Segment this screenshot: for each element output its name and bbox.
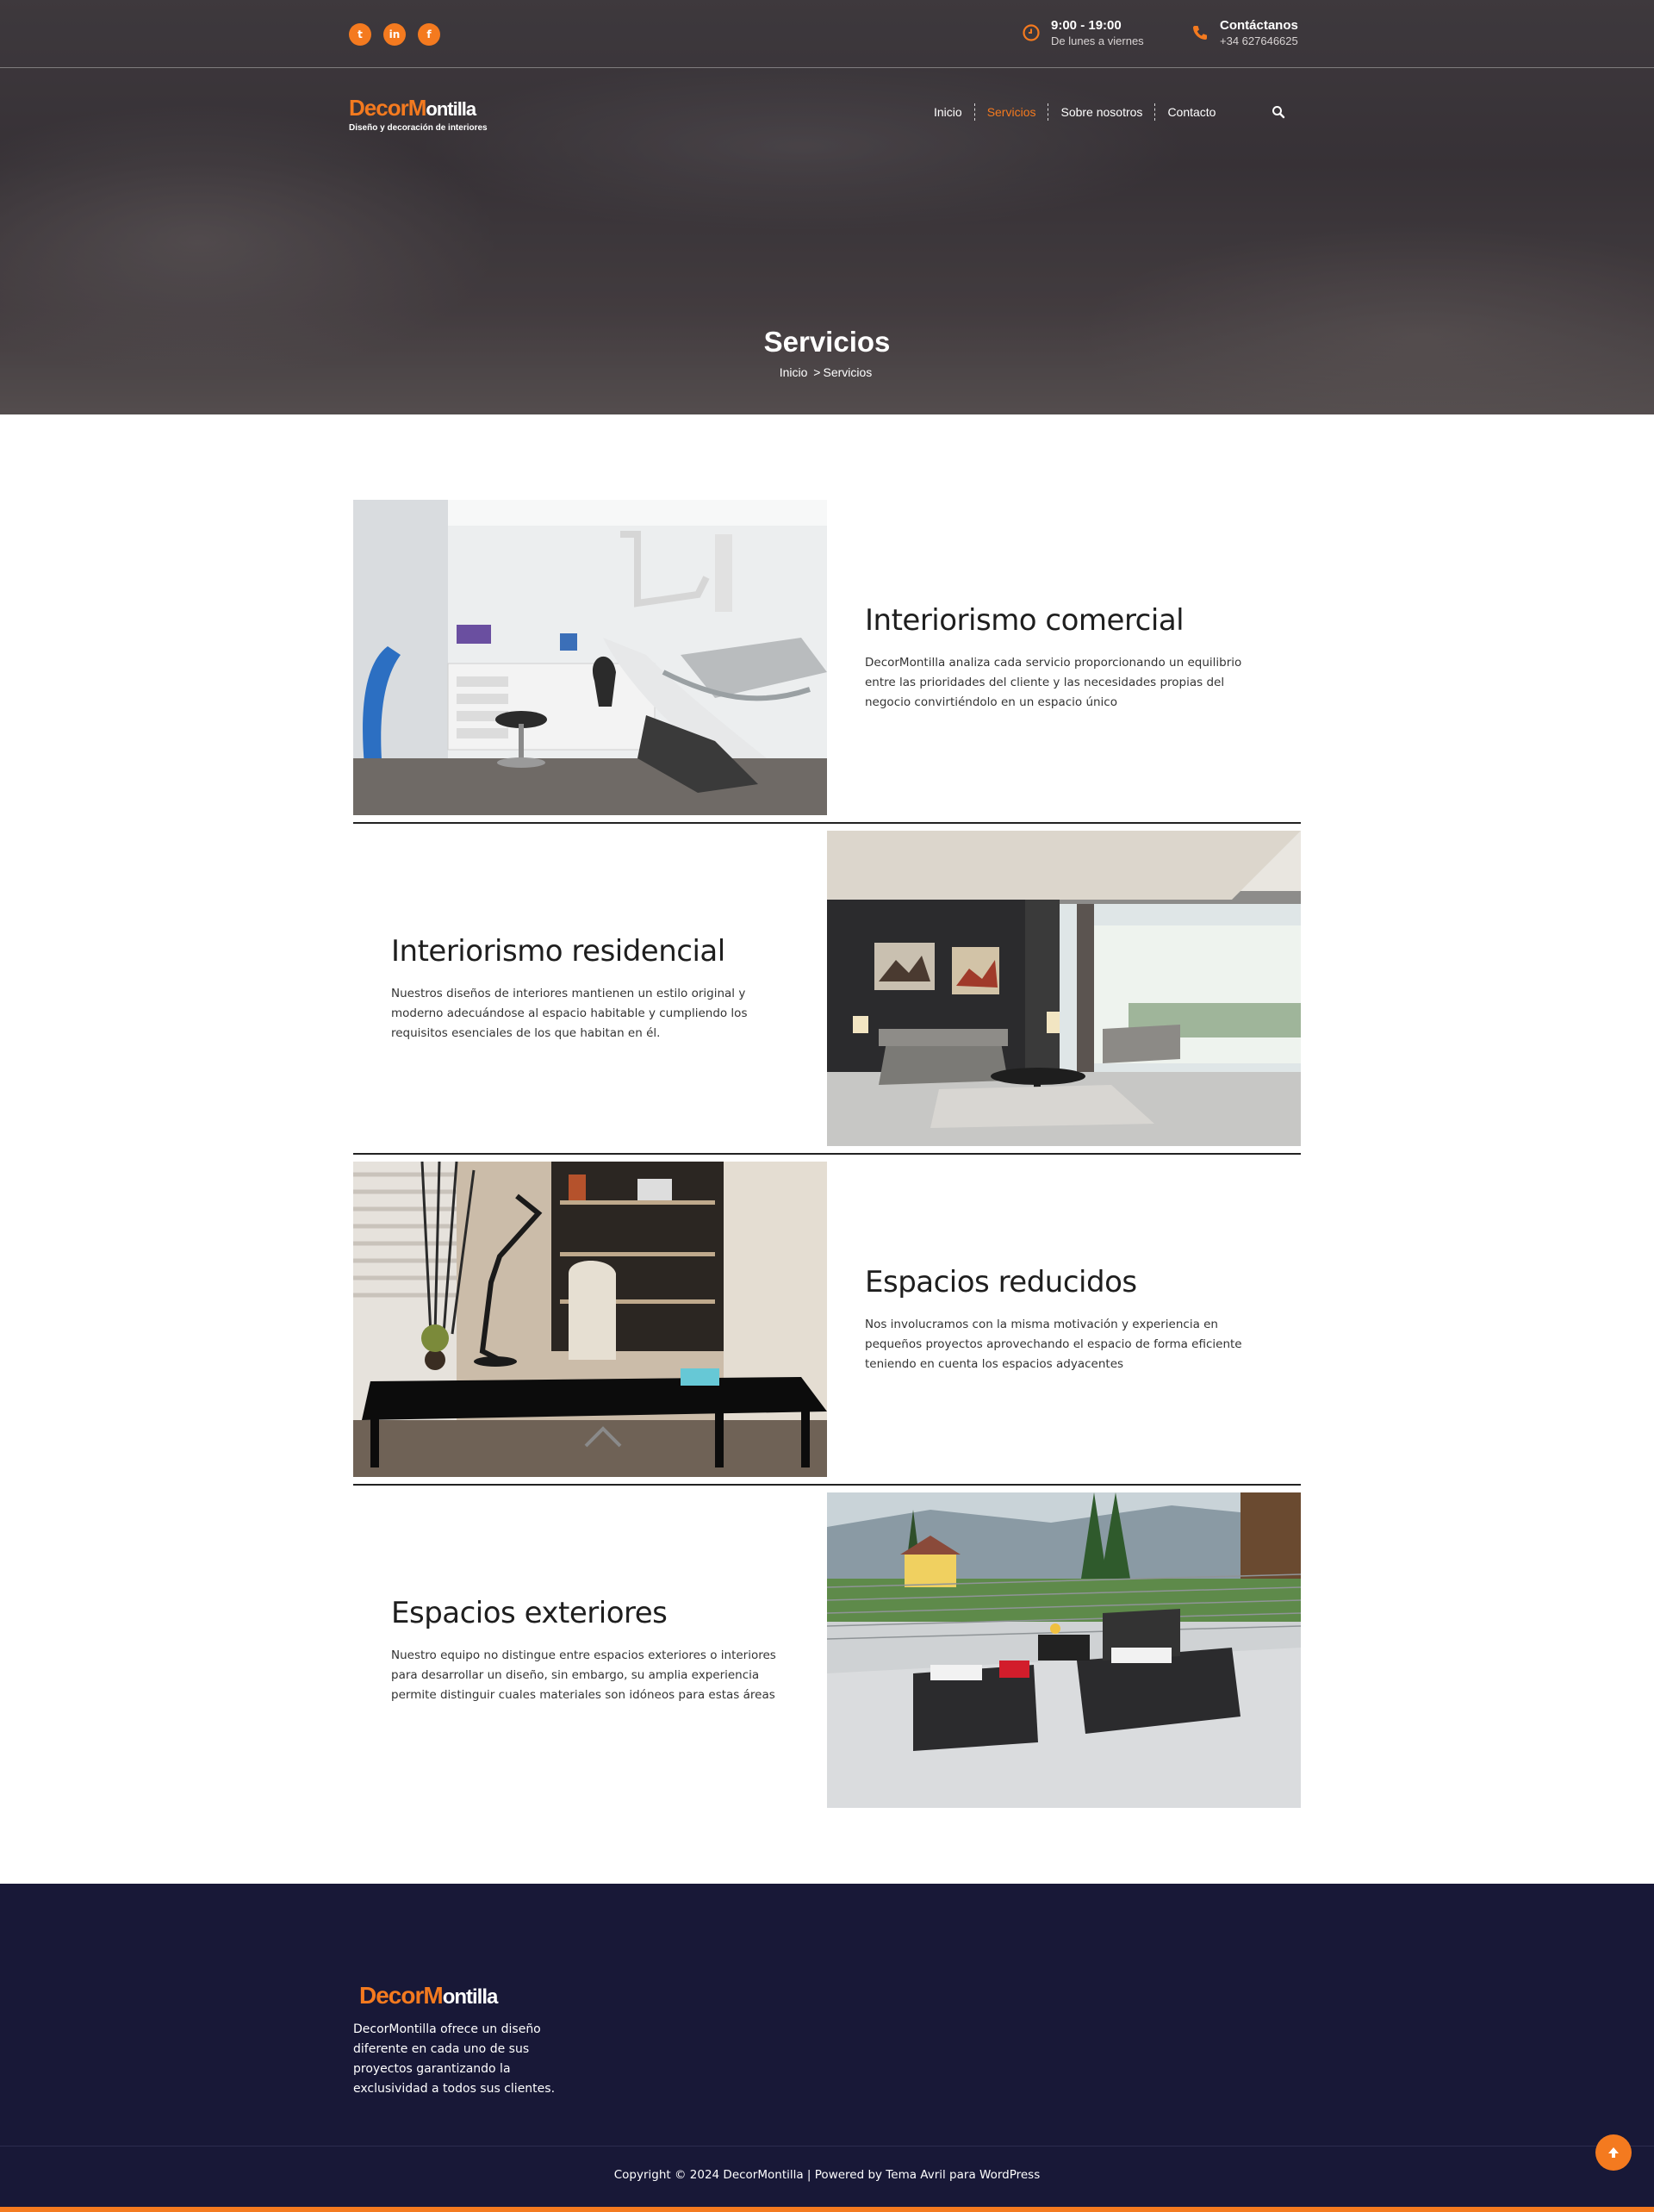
footer-logo-text-m: M (423, 1982, 443, 2009)
nav-item-servicios[interactable]: Servicios (975, 103, 1048, 121)
facebook-icon[interactable]: f (418, 23, 440, 46)
nav-item-inicio[interactable]: Inicio (922, 103, 974, 121)
footer-logo-text-ontilla: ontilla (442, 1985, 499, 2009)
service-description: DecorMontilla analiza cada servicio prop… (865, 655, 1242, 709)
service-text: Espacios reducidos Nos involucramos con … (827, 1162, 1301, 1477)
main-nav: Inicio Servicios Sobre nosotros Contacto (922, 103, 1285, 121)
site-footer: DecorMontilla DecorMontilla ofrece un di… (0, 1884, 1654, 2212)
service-text: Espacios exteriores Nuestro equipo no di… (353, 1492, 827, 1808)
hours-title: 9:00 - 19:00 (1051, 18, 1122, 33)
hours-subtitle: De lunes a viernes (1051, 34, 1144, 47)
section-divider (353, 822, 1301, 824)
footer-logo[interactable]: DecorMontilla (359, 1982, 499, 2009)
logo-text-m: M (407, 95, 427, 121)
service-text: Interiorismo residencial Nuestros diseño… (353, 831, 827, 1146)
nav-item-contacto[interactable]: Contacto (1155, 103, 1228, 121)
logo-text-decor: Decor (349, 95, 409, 121)
service-title: Espacios reducidos (865, 1264, 1137, 1299)
service-image-dental-clinic (353, 500, 827, 815)
social-links: t in f (349, 23, 440, 46)
section-divider (353, 1484, 1301, 1486)
search-icon[interactable] (1272, 105, 1285, 119)
back-to-top-button[interactable] (1595, 2134, 1632, 2171)
service-title: Interiorismo comercial (865, 602, 1185, 638)
contact-title: Contáctanos (1220, 18, 1298, 33)
footer-divider (0, 2146, 1654, 2147)
opening-hours: 9:00 - 19:00 De lunes a viernes (1022, 18, 1144, 49)
phone-icon (1193, 26, 1207, 40)
service-image-terrace (827, 1492, 1301, 1808)
services-list: Interiorismo comercial DecorMontilla ana… (353, 500, 1301, 1810)
service-image-home-office (353, 1162, 827, 1477)
logo-tagline: Diseño y decoración de interiores (349, 123, 488, 133)
page-header: t in f 9:00 - 19:00 De lunes a viernes C… (0, 0, 1654, 414)
service-image-living-room (827, 831, 1301, 1146)
breadcrumb-current: Servicios (823, 365, 873, 379)
service-description: Nos involucramos con la misma motivación… (865, 1317, 1242, 1371)
service-item: Espacios exteriores Nuestro equipo no di… (353, 1492, 1301, 1810)
footer-accent-bar (0, 2207, 1654, 2212)
arrow-up-icon (1608, 2147, 1619, 2158)
service-title: Interiorismo residencial (391, 933, 725, 969)
copyright-text: Copyright © 2024 DecorMontilla | Powered… (613, 2168, 1041, 2182)
breadcrumb: Inicio > Servicios (0, 365, 1654, 379)
site-logo[interactable]: DecorMontilla Diseño y decoración de int… (349, 95, 488, 133)
clock-icon (1023, 24, 1040, 41)
breadcrumb-home[interactable]: Inicio (780, 365, 808, 379)
footer-description: DecorMontilla ofrece un diseño diferente… (353, 2022, 556, 2096)
service-description: Nuestros diseños de interiores mantienen… (391, 986, 748, 1040)
logo-text-ontilla: ontilla (426, 98, 476, 120)
footer-logo-text-decor: Decor (359, 1982, 424, 2009)
service-item: Interiorismo comercial DecorMontilla ana… (353, 500, 1301, 817)
section-divider (353, 1153, 1301, 1155)
service-item: Espacios reducidos Nos involucramos con … (353, 1162, 1301, 1479)
linkedin-icon[interactable]: in (383, 23, 406, 46)
contact-info: Contáctanos +34 627646625 (1191, 18, 1298, 49)
top-bar: t in f 9:00 - 19:00 De lunes a viernes C… (0, 0, 1654, 68)
page-title: Servicios (763, 326, 891, 358)
service-text: Interiorismo comercial DecorMontilla ana… (827, 500, 1301, 815)
service-description: Nuestro equipo no distingue entre espaci… (391, 1648, 776, 1702)
service-title: Espacios exteriores (391, 1595, 668, 1630)
service-item: Interiorismo residencial Nuestros diseño… (353, 831, 1301, 1148)
nav-item-sobre-nosotros[interactable]: Sobre nosotros (1048, 103, 1154, 121)
contact-phone[interactable]: +34 627646625 (1220, 34, 1298, 49)
breadcrumb-separator: > (813, 365, 821, 379)
twitter-icon[interactable]: t (349, 23, 371, 46)
